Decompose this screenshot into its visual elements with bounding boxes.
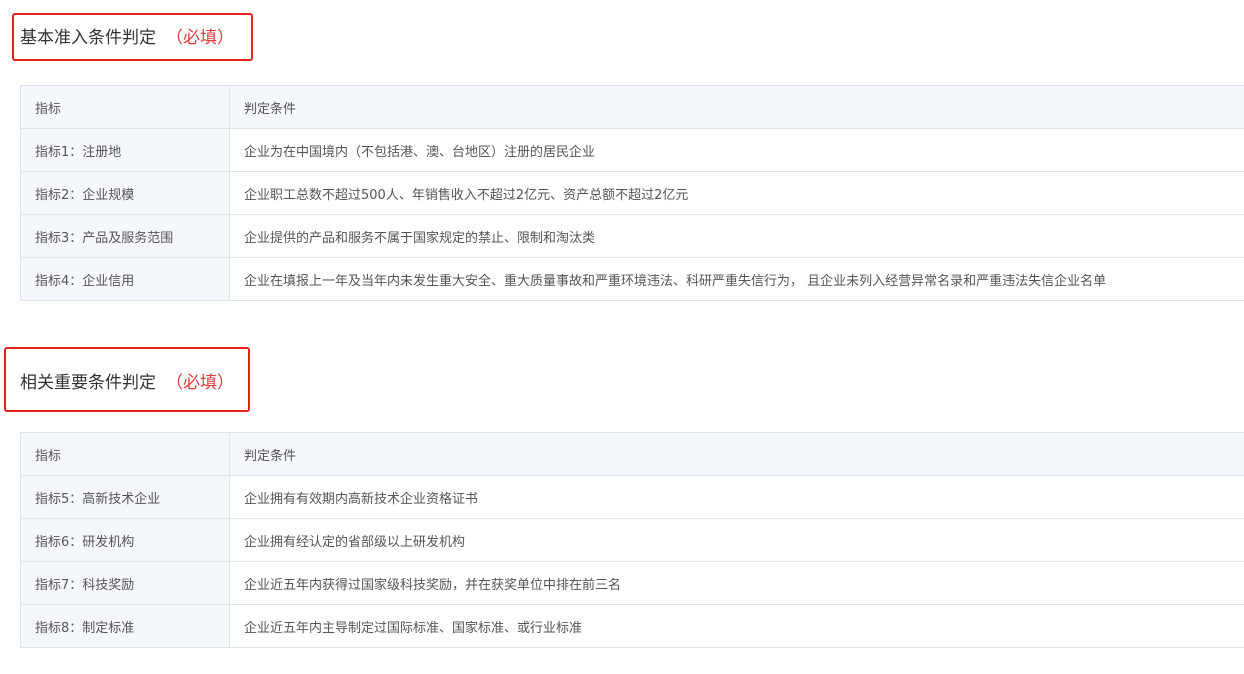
condition-cell: 企业职工总数不超过500人、年销售收入不超过2亿元、资产总额不超过2亿元 xyxy=(230,172,1244,214)
basic-criteria-table: 指标 判定条件 指标1：注册地 企业为在中国境内（不包括港、澳、台地区）注册的居… xyxy=(20,85,1244,301)
table-row: 指标7：科技奖励 企业近五年内获得过国家级科技奖励，并在获奖单位中排在前三名 xyxy=(21,562,1244,605)
important-criteria-table: 指标 判定条件 指标5：高新技术企业 企业拥有有效期内高新技术企业资格证书 指标… xyxy=(20,432,1244,648)
section-2-title-text: 相关重要条件判定 xyxy=(20,373,156,393)
table-row: 指标1：注册地 企业为在中国境内（不包括港、澳、台地区）注册的居民企业 xyxy=(21,129,1244,172)
indicator-cell: 指标7：科技奖励 xyxy=(21,562,230,604)
header-indicator: 指标 xyxy=(21,86,230,128)
table-row: 指标3：产品及服务范围 企业提供的产品和服务不属于国家规定的禁止、限制和淘汰类 xyxy=(21,215,1244,258)
section-1-title: 基本准入条件判定 （必填） xyxy=(20,27,234,49)
table-row: 指标6：研发机构 企业拥有经认定的省部级以上研发机构 xyxy=(21,519,1244,562)
indicator-cell: 指标8：制定标准 xyxy=(21,605,230,647)
indicator-cell: 指标6：研发机构 xyxy=(21,519,230,561)
condition-cell: 企业提供的产品和服务不属于国家规定的禁止、限制和淘汰类 xyxy=(230,215,1244,257)
condition-cell: 企业为在中国境内（不包括港、澳、台地区）注册的居民企业 xyxy=(230,129,1244,171)
indicator-cell: 指标2：企业规模 xyxy=(21,172,230,214)
table-row: 指标5：高新技术企业 企业拥有有效期内高新技术企业资格证书 xyxy=(21,476,1244,519)
section-2-required-mark: （必填） xyxy=(166,373,234,393)
section-1-title-text: 基本准入条件判定 xyxy=(20,28,156,48)
indicator-cell: 指标1：注册地 xyxy=(21,129,230,171)
condition-cell: 企业近五年内主导制定过国际标准、国家标准、或行业标准 xyxy=(230,605,1244,647)
table-row: 指标8：制定标准 企业近五年内主导制定过国际标准、国家标准、或行业标准 xyxy=(21,605,1244,648)
page: 基本准入条件判定 （必填） 指标 判定条件 指标1：注册地 企业为在中国境内（不包… xyxy=(0,0,1244,674)
header-indicator: 指标 xyxy=(21,433,230,475)
indicator-cell: 指标4：企业信用 xyxy=(21,258,230,300)
indicator-cell: 指标3：产品及服务范围 xyxy=(21,215,230,257)
header-condition: 判定条件 xyxy=(230,433,1244,475)
table-header-row: 指标 判定条件 xyxy=(21,433,1244,476)
condition-cell: 企业在填报上一年及当年内未发生重大安全、重大质量事故和严重环境违法、科研严重失信… xyxy=(230,258,1244,300)
condition-cell: 企业拥有经认定的省部级以上研发机构 xyxy=(230,519,1244,561)
table-row: 指标2：企业规模 企业职工总数不超过500人、年销售收入不超过2亿元、资产总额不… xyxy=(21,172,1244,215)
section-1-required-mark: （必填） xyxy=(166,28,234,48)
indicator-cell: 指标5：高新技术企业 xyxy=(21,476,230,518)
header-condition: 判定条件 xyxy=(230,86,1244,128)
table-header-row: 指标 判定条件 xyxy=(21,86,1244,129)
condition-cell: 企业拥有有效期内高新技术企业资格证书 xyxy=(230,476,1244,518)
table-row: 指标4：企业信用 企业在填报上一年及当年内未发生重大安全、重大质量事故和严重环境… xyxy=(21,258,1244,301)
section-2-title: 相关重要条件判定 （必填） xyxy=(20,372,234,394)
condition-cell: 企业近五年内获得过国家级科技奖励，并在获奖单位中排在前三名 xyxy=(230,562,1244,604)
